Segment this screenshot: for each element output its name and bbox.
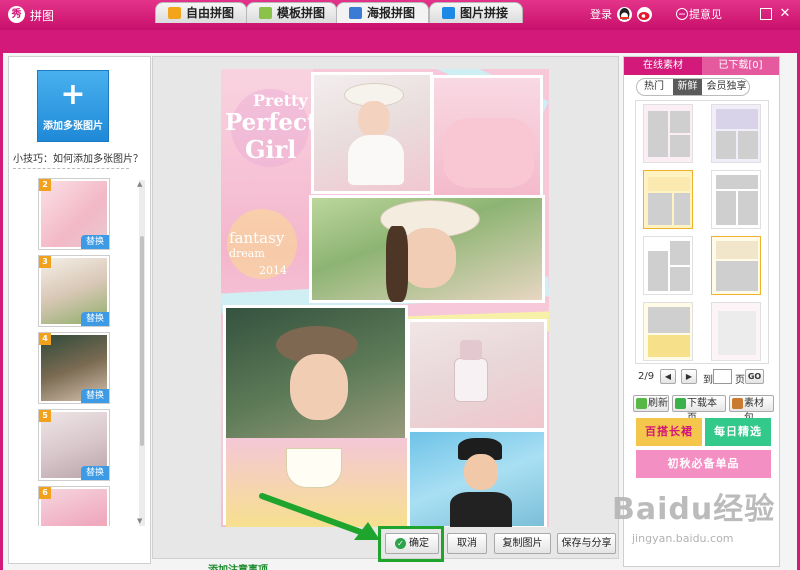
- template-item[interactable]: [711, 170, 761, 229]
- poster-text-perfect: Perfect: [225, 109, 318, 136]
- poster-collage-icon: [349, 7, 362, 19]
- replace-button[interactable]: 替换: [81, 389, 109, 403]
- next-page-button[interactable]: ▶: [681, 369, 697, 384]
- filter-fresh[interactable]: 新鲜: [673, 79, 702, 95]
- tab-label: 模板拼图: [277, 6, 326, 20]
- add-images-button[interactable]: + 添加多张图片: [37, 70, 109, 142]
- tab-online-material[interactable]: 在线素材: [624, 57, 702, 75]
- tab-template-collage[interactable]: 模板拼图: [246, 2, 337, 23]
- plus-icon: +: [60, 77, 86, 112]
- feedback-link[interactable]: 提意见: [689, 6, 722, 22]
- tab-label: 自由拼图: [186, 6, 235, 20]
- copy-image-button[interactable]: 复制图片: [494, 533, 551, 554]
- save-share-button[interactable]: 保存与分享: [557, 533, 616, 554]
- template-item[interactable]: [643, 236, 693, 295]
- poster-text-fantasy: fantasy: [229, 229, 285, 247]
- scroll-down-icon[interactable]: ▼: [137, 517, 142, 525]
- tab-label: 海报拼图: [367, 6, 416, 20]
- tab-bar: [0, 30, 800, 53]
- promo-long-skirt[interactable]: 百搭长裙: [636, 418, 702, 446]
- go-button[interactable]: GO: [745, 369, 764, 384]
- goto-label: 到: [703, 375, 713, 386]
- filter-members[interactable]: 会员独享: [704, 79, 749, 95]
- thumbnail-item[interactable]: 5 替换: [38, 409, 110, 481]
- tab-free-collage[interactable]: 自由拼图: [155, 2, 247, 23]
- poster-text-year: 2014: [259, 264, 287, 277]
- close-button[interactable]: ✕: [779, 7, 791, 20]
- poster-photo[interactable]: [431, 75, 543, 205]
- template-item[interactable]: [643, 302, 693, 361]
- app-logo-icon: 秀: [8, 6, 25, 23]
- template-collage-icon: [259, 7, 272, 19]
- tab-poster-collage[interactable]: 海报拼图: [336, 2, 429, 23]
- scrollbar-thumb[interactable]: [140, 236, 144, 446]
- tab-label: 图片拼接: [460, 6, 509, 20]
- feedback-icon: [676, 8, 688, 20]
- replace-button[interactable]: 替换: [81, 466, 109, 480]
- refresh-label: 刷新: [648, 398, 668, 409]
- poster-text-girl: Girl: [245, 135, 297, 164]
- login-link[interactable]: 登录: [590, 6, 612, 22]
- weibo-icon[interactable]: [637, 7, 652, 22]
- tip-link[interactable]: 小技巧：如何添加多张图片？: [13, 150, 143, 165]
- window-title: 拼图: [30, 9, 55, 23]
- scroll-up-icon[interactable]: ▲: [137, 180, 142, 188]
- download-page-button[interactable]: 下载本页: [672, 395, 726, 424]
- refresh-icon: [636, 398, 647, 409]
- tab-image-join[interactable]: 图片拼接: [429, 2, 523, 23]
- cancel-button[interactable]: 取消: [447, 533, 487, 554]
- thumbnail-item[interactable]: 3 替换: [38, 255, 110, 327]
- bottom-strip-text: 添加注意事项: [208, 561, 268, 570]
- thumbnail-list: 2 替换 3 替换 4 替换 5 替换 6: [38, 178, 112, 526]
- promo-daily-picks[interactable]: 每日精选: [705, 418, 771, 446]
- thumbnail-item[interactable]: 6: [38, 486, 110, 526]
- check-icon: ✓: [395, 537, 406, 549]
- template-item[interactable]: [711, 104, 761, 163]
- poster-photo[interactable]: [407, 429, 547, 527]
- divider: [13, 168, 129, 169]
- tab-downloaded[interactable]: 已下载[0]: [702, 57, 779, 75]
- poster-photo[interactable]: [407, 319, 547, 431]
- thumbnail-number: 6: [39, 487, 51, 499]
- replace-button[interactable]: 替换: [81, 312, 109, 326]
- poster-canvas[interactable]: Pretty Perfect Girl fantasy dream 2014: [221, 69, 549, 527]
- watermark-url: jingyan.baidu.com: [632, 532, 734, 545]
- promo-autumn-items[interactable]: 初秋必备单品: [636, 450, 771, 478]
- annotation-arrow-icon: [259, 493, 380, 540]
- image-join-icon: [442, 7, 455, 19]
- replace-button[interactable]: 替换: [81, 235, 109, 249]
- template-item[interactable]: [711, 302, 761, 361]
- refresh-button[interactable]: 刷新: [633, 395, 669, 412]
- poster-text-pretty: Pretty: [253, 91, 308, 110]
- template-item[interactable]: [643, 170, 693, 229]
- add-images-label: 添加多张图片: [43, 121, 103, 132]
- thumbnail-number: 2: [39, 179, 51, 191]
- poster-text-dream: dream: [229, 247, 265, 260]
- page-indicator: 2/9: [638, 371, 655, 382]
- download-icon: [675, 398, 686, 409]
- template-item[interactable]: [711, 236, 761, 295]
- material-pack-button[interactable]: 素材包: [729, 395, 774, 424]
- package-icon: [732, 398, 743, 409]
- poster-photo[interactable]: [309, 195, 545, 303]
- confirm-label: 确定: [409, 538, 429, 549]
- thumbnail-number: 3: [39, 256, 51, 268]
- template-item[interactable]: [643, 104, 693, 163]
- thumbnail-number: 4: [39, 333, 51, 345]
- thumbnail-item[interactable]: 4 替换: [38, 332, 110, 404]
- confirm-button[interactable]: ✓ 确定: [385, 533, 439, 554]
- thumbnail-item[interactable]: 2 替换: [38, 178, 110, 250]
- page-label: 页: [735, 375, 745, 386]
- thumbnail-number: 5: [39, 410, 51, 422]
- watermark-logo: Baidu经验: [612, 492, 776, 527]
- poster-photo[interactable]: [311, 72, 433, 194]
- maximize-button[interactable]: [760, 8, 772, 20]
- prev-page-button[interactable]: ◀: [660, 369, 676, 384]
- qq-icon[interactable]: [617, 7, 632, 22]
- filter-hot[interactable]: 热门: [637, 79, 671, 95]
- page-number-input[interactable]: [713, 369, 732, 384]
- free-collage-icon: [168, 7, 181, 19]
